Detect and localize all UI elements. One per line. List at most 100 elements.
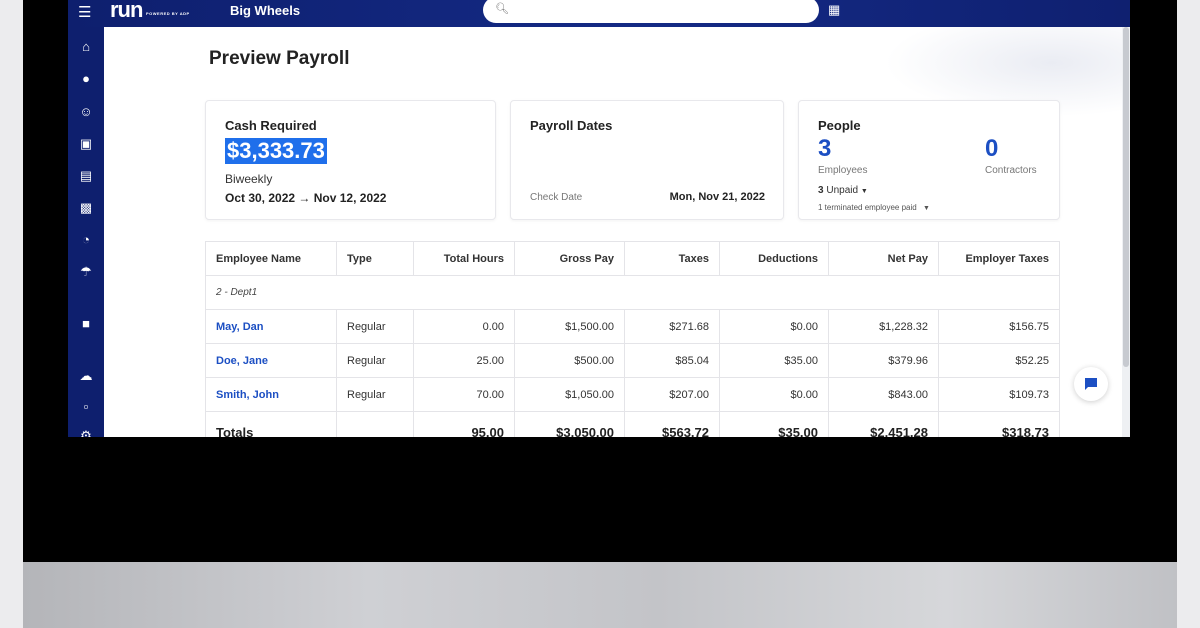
cell-taxes: $271.68 — [624, 309, 720, 344]
period-start: Oct 30, 2022 — [225, 191, 296, 205]
group-row: 2 - Dept1 — [205, 275, 1060, 310]
cell-hours: 70.00 — [413, 377, 515, 412]
cell-taxes: $85.04 — [624, 343, 720, 378]
table-header-row: Employee Name Type Total Hours Gross Pay… — [205, 241, 1060, 276]
col-employer-taxes[interactable]: Employer Taxes — [938, 241, 1060, 276]
cell-net-pay: $1,228.32 — [828, 309, 939, 344]
col-total-hours[interactable]: Total Hours — [413, 241, 515, 276]
payroll-dates-title: Payroll Dates — [530, 118, 613, 133]
employee-link[interactable]: May, Dan — [205, 309, 337, 344]
cash-required-card: Cash Required $3,333.73 Biweekly Oct 30,… — [205, 100, 496, 220]
top-bar: ☰ run POWERED BY ADP Big Wheels 🔍︎ ▦ — [68, 0, 1130, 27]
cell-gross-pay: $1,050.00 — [514, 377, 625, 412]
payroll-dates-card: Payroll Dates Check Date Mon, Nov 21, 20… — [510, 100, 784, 220]
unpaid-dropdown[interactable]: 3 Unpaid ▼ — [818, 185, 868, 196]
total-gross-pay: $3,050.00 — [514, 411, 625, 437]
employee-link[interactable]: Doe, Jane — [205, 343, 337, 378]
total-taxes: $563.72 — [624, 411, 720, 437]
documents-icon[interactable]: ▤ — [76, 167, 96, 185]
table-row: Doe, Jane Regular 25.00 $500.00 $85.04 $… — [205, 343, 1060, 378]
pay-period: Oct 30, 2022 → Nov 12, 2022 — [225, 191, 386, 205]
col-taxes[interactable]: Taxes — [624, 241, 720, 276]
cell-taxes: $207.00 — [624, 377, 720, 412]
cell-employer-taxes: $52.25 — [938, 343, 1060, 378]
totals-row: Totals 95.00 $3,050.00 $563.72 $35.00 $2… — [205, 411, 1060, 437]
search-icon: 🔍︎ — [495, 3, 509, 15]
cell-type: Regular — [336, 309, 414, 344]
main-content: Preview Payroll Cash Required $3,333.73 … — [104, 27, 1124, 437]
totals-type — [336, 411, 414, 437]
cell-type: Regular — [336, 377, 414, 412]
scrollbar-thumb[interactable] — [1123, 27, 1129, 367]
piggy-bank-icon[interactable]: ■ — [76, 315, 96, 333]
col-deductions[interactable]: Deductions — [719, 241, 829, 276]
monitor-stand — [23, 562, 1177, 628]
pay-frequency: Biweekly — [225, 172, 273, 186]
page-title: Preview Payroll — [209, 48, 350, 69]
payroll-icon[interactable]: ▣ — [76, 135, 96, 153]
chevron-down-icon: ▼ — [860, 188, 868, 195]
employee-link[interactable]: Smith, John — [205, 377, 337, 412]
contractors-label: Contractors — [985, 165, 1037, 176]
cloud-lock-icon[interactable]: ☁ — [76, 367, 96, 385]
group-label: 2 - Dept1 — [205, 275, 1060, 310]
company-name[interactable]: Big Wheels — [230, 3, 300, 18]
people-icon[interactable]: ☺ — [76, 103, 96, 121]
vertical-scrollbar[interactable] — [1122, 27, 1130, 437]
total-deductions: $35.00 — [719, 411, 829, 437]
screen: ☰ run POWERED BY ADP Big Wheels 🔍︎ ▦ ⌂ ●… — [68, 0, 1130, 437]
menu-icon[interactable]: ☰ — [78, 3, 91, 21]
settings-icon[interactable]: ⚙ — [76, 427, 96, 437]
cell-deductions: $0.00 — [719, 377, 829, 412]
col-type[interactable]: Type — [336, 241, 414, 276]
home-icon[interactable]: ⌂ — [76, 38, 96, 56]
cell-net-pay: $379.96 — [828, 343, 939, 378]
cell-gross-pay: $1,500.00 — [514, 309, 625, 344]
cell-net-pay: $843.00 — [828, 377, 939, 412]
table-row: May, Dan Regular 0.00 $1,500.00 $271.68 … — [205, 309, 1060, 344]
unpaid-label: Unpaid — [826, 185, 859, 196]
employees-label: Employees — [818, 165, 868, 176]
period-end: Nov 12, 2022 — [313, 191, 387, 205]
chat-icon — [1085, 378, 1097, 390]
cell-hours: 0.00 — [413, 309, 515, 344]
col-net-pay[interactable]: Net Pay — [828, 241, 939, 276]
people-title: People — [818, 118, 861, 133]
cell-employer-taxes: $156.75 — [938, 309, 1060, 344]
timer-icon[interactable]: ◔ — [76, 231, 96, 249]
time-icon[interactable]: ▩ — [76, 199, 96, 217]
logo-subtitle: POWERED BY ADP — [146, 11, 190, 16]
app-logo[interactable]: run — [110, 0, 143, 23]
unpaid-count: 3 — [818, 185, 824, 196]
cell-gross-pay: $500.00 — [514, 343, 625, 378]
cell-deductions: $0.00 — [719, 309, 829, 344]
totals-label: Totals — [205, 411, 337, 437]
cell-type: Regular — [336, 343, 414, 378]
employees-count[interactable]: 3 — [818, 135, 831, 163]
check-date-label: Check Date — [530, 192, 583, 203]
search-input[interactable]: 🔍︎ — [483, 0, 819, 23]
chevron-down-icon: ▼ — [922, 205, 930, 212]
dollar-icon[interactable]: ● — [76, 70, 96, 88]
file-icon[interactable]: ▫ — [76, 398, 96, 416]
cell-employer-taxes: $109.73 — [938, 377, 1060, 412]
total-hours: 95.00 — [413, 411, 515, 437]
terminated-label: 1 terminated employee paid — [818, 203, 917, 212]
apps-grid-icon[interactable]: ▦ — [828, 2, 840, 18]
arrow-right-icon: → — [298, 191, 311, 205]
umbrella-icon[interactable]: ☂ — [76, 263, 96, 281]
check-date-value: Mon, Nov 21, 2022 — [669, 191, 765, 203]
col-employee-name[interactable]: Employee Name — [205, 241, 337, 276]
terminated-dropdown[interactable]: 1 terminated employee paid ▼ — [818, 203, 930, 212]
cash-required-title: Cash Required — [225, 118, 317, 133]
cash-amount[interactable]: $3,333.73 — [225, 138, 327, 164]
col-gross-pay[interactable]: Gross Pay — [514, 241, 625, 276]
total-net-pay: $2,451.28 — [828, 411, 939, 437]
total-employer-taxes: $318.73 — [938, 411, 1060, 437]
contractors-count[interactable]: 0 — [985, 135, 998, 163]
people-card: People 3 Employees 0 Contractors 3 Unpai… — [798, 100, 1060, 220]
cell-hours: 25.00 — [413, 343, 515, 378]
table-row: Smith, John Regular 70.00 $1,050.00 $207… — [205, 377, 1060, 412]
payroll-table: Employee Name Type Total Hours Gross Pay… — [205, 241, 1060, 437]
chat-button[interactable] — [1074, 367, 1108, 401]
